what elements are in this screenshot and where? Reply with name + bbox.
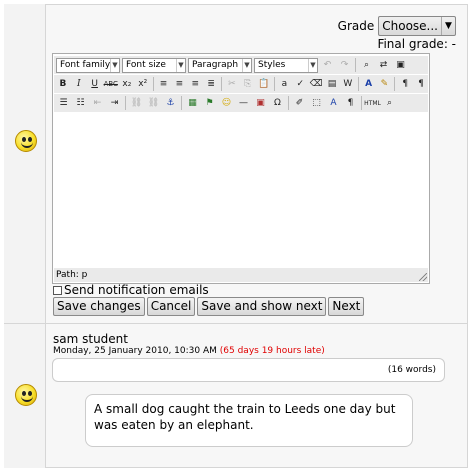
feedback-editor: Font family ▼ Font size ▼ Paragraph ▼ Style… — [52, 53, 430, 284]
submission-info-box: (16 words) — [52, 358, 445, 382]
paste-text-icon[interactable]: ▤ — [325, 77, 339, 92]
align-left-icon[interactable]: ≡ — [157, 77, 171, 92]
styles-select[interactable]: Styles ▼ — [254, 57, 318, 73]
justify-icon[interactable]: ≣ — [204, 77, 218, 92]
submission-text: A small dog caught the train to Leeds on… — [85, 394, 413, 447]
emoticon-icon[interactable]: ☺ — [219, 96, 234, 111]
link-icon[interactable]: ⛓ — [129, 96, 144, 111]
align-right-icon[interactable]: ≡ — [188, 77, 202, 92]
submission-author: sam student — [53, 332, 128, 346]
eraser-icon[interactable]: ⌫ — [309, 77, 323, 92]
notify-label: Send notification emails — [64, 283, 209, 297]
paste-word-icon[interactable]: W — [341, 77, 355, 92]
visual-aid-icon[interactable]: ⬚ — [309, 96, 324, 111]
numbered-list-icon[interactable]: ☷ — [73, 96, 88, 111]
editor-content-area[interactable] — [54, 114, 428, 268]
undo-icon[interactable]: ↶ — [320, 58, 335, 73]
editor-path: Path: p — [56, 270, 88, 280]
grade-row: Grade Choose... ▼ — [338, 16, 456, 36]
word-count: (16 words) — [387, 365, 436, 375]
format-select[interactable]: Paragraph ▼ — [188, 57, 252, 73]
submission-date: Monday, 25 January 2010, 10:30 AM — [53, 346, 217, 356]
paragraph-icon[interactable]: ¶ — [343, 96, 358, 111]
cancel-button[interactable]: Cancel — [146, 297, 196, 316]
search-replace-icon[interactable]: ⌕ — [382, 96, 397, 111]
align-center-icon[interactable]: ≡ — [172, 77, 186, 92]
replace-icon[interactable]: ⇄ — [376, 58, 391, 73]
strikethrough-icon[interactable]: ABC — [104, 77, 118, 92]
media-icon[interactable]: ⚑ — [202, 96, 217, 111]
italic-icon[interactable]: I — [72, 77, 86, 92]
font-size-select[interactable]: Font size ▼ — [122, 57, 186, 73]
editor-path-bar: Path: p — [54, 268, 428, 282]
save-and-show-next-button[interactable]: Save and show next — [197, 297, 327, 316]
ltr-icon[interactable]: ¶ — [398, 77, 412, 92]
hr-icon[interactable]: — — [236, 96, 251, 111]
format-icon[interactable]: A — [326, 96, 341, 111]
highlight-color-icon[interactable]: ✎ — [378, 77, 392, 92]
teacher-avatar-icon — [15, 130, 37, 152]
indent-icon[interactable]: ⇥ — [107, 96, 122, 111]
charmap-icon[interactable]: Ω — [270, 96, 285, 111]
superscript-icon[interactable]: x² — [136, 77, 150, 92]
final-grade: Final grade: - — [377, 37, 456, 51]
bold-icon[interactable]: B — [56, 77, 70, 92]
cleanup-icon[interactable]: ✓ — [293, 77, 307, 92]
row-divider — [4, 323, 468, 324]
grade-select[interactable]: Choose... ▼ — [378, 16, 456, 36]
student-avatar-icon — [15, 384, 37, 406]
notify-row: Send notification emails — [53, 283, 209, 297]
action-buttons: Save changes Cancel Save and show next N… — [53, 297, 365, 316]
bullet-list-icon[interactable]: ☰ — [56, 96, 71, 111]
rtl-icon[interactable]: ¶ — [414, 77, 428, 92]
editor-toolbar-2: B I U ABC x₂ x² ≡ ≡ ≡ ≣ ✂ ⎘ 📋 a ✓ ⌫ ▤ W … — [54, 75, 428, 93]
cut-icon[interactable]: ✂ — [225, 77, 239, 92]
anchor-icon[interactable]: ⚓ — [163, 96, 178, 111]
grade-label: Grade — [337, 19, 375, 33]
chevron-down-icon: ▼ — [441, 17, 455, 35]
save-changes-button[interactable]: Save changes — [53, 297, 145, 316]
resize-grip-icon[interactable] — [419, 273, 427, 281]
find-icon[interactable]: ⌕ — [359, 58, 374, 73]
image-icon[interactable]: ▦ — [185, 96, 200, 111]
next-button[interactable]: Next — [328, 297, 365, 316]
paste-icon[interactable]: 📋 — [257, 77, 271, 92]
unlink-icon[interactable]: ⛓ — [146, 96, 161, 111]
editor-toolbar-3: ☰ ☷ ⇤ ⇥ ⛓ ⛓ ⚓ ▦ ⚑ ☺ — ▣ Ω ✐ ⬚ A ¶ HTML ⌕ — [54, 94, 428, 112]
fullscreen-icon[interactable]: ▣ — [393, 58, 408, 73]
notify-checkbox[interactable] — [53, 285, 62, 295]
redo-icon[interactable]: ↷ — [337, 58, 352, 73]
late-badge: (65 days 19 hours late) — [219, 346, 325, 356]
grade-select-value: Choose... — [382, 19, 438, 33]
subscript-icon[interactable]: x₂ — [120, 77, 134, 92]
font-family-select[interactable]: Font family ▼ — [56, 57, 120, 73]
outdent-icon[interactable]: ⇤ — [90, 96, 105, 111]
edit-icon[interactable]: ✐ — [292, 96, 307, 111]
nolink-icon[interactable]: ▣ — [253, 96, 268, 111]
editor-toolbar-1: Font family ▼ Font size ▼ Paragraph ▼ Style… — [54, 56, 428, 74]
underline-icon[interactable]: U — [88, 77, 102, 92]
copy-icon[interactable]: ⎘ — [241, 77, 255, 92]
submission-date-line: Monday, 25 January 2010, 10:30 AM (65 da… — [53, 346, 325, 356]
text-color-icon[interactable]: A — [362, 77, 376, 92]
spellcheck-icon[interactable]: a — [277, 77, 291, 92]
html-icon[interactable]: HTML — [364, 96, 381, 111]
